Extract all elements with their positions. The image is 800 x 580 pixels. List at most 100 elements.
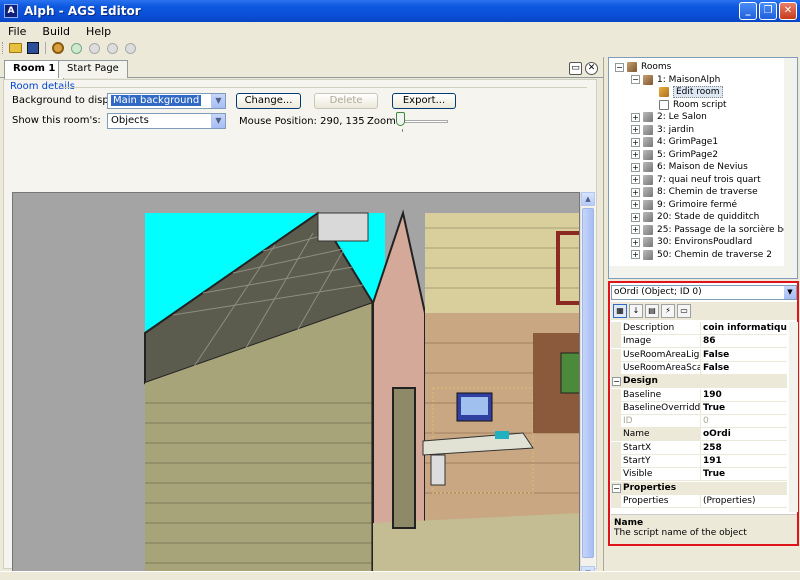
property-row[interactable]: Properties (Properties): [611, 494, 787, 508]
expand-icon[interactable]: +: [631, 112, 640, 122]
property-row[interactable]: Name oOrdi: [611, 428, 787, 442]
events-icon[interactable]: ⚡: [661, 304, 675, 318]
property-value[interactable]: 191: [701, 455, 787, 468]
minimize-button[interactable]: _: [739, 2, 757, 20]
tree-item[interactable]: Edit room: [647, 86, 723, 98]
tab-start-page[interactable]: Start Page: [58, 60, 128, 78]
categorized-icon[interactable]: ▦: [613, 304, 627, 318]
close-tab-icon[interactable]: ✕: [585, 62, 598, 75]
settings-button[interactable]: [50, 41, 66, 55]
expand-icon[interactable]: +: [631, 150, 640, 159]
pause-button[interactable]: [86, 41, 102, 55]
property-value[interactable]: coin informatique: [701, 322, 787, 335]
change-button[interactable]: Change...: [236, 93, 301, 109]
property-value[interactable]: 86: [701, 335, 787, 349]
property-value[interactable]: True: [701, 468, 787, 482]
property-value[interactable]: 258: [701, 442, 787, 455]
expand-icon[interactable]: +: [631, 250, 640, 259]
property-value[interactable]: False: [701, 349, 787, 362]
show-select[interactable]: Objects ▼: [107, 113, 226, 129]
object-select[interactable]: oOrdi (Object; ID 0) ▼: [611, 285, 797, 300]
close-button[interactable]: ✕: [779, 2, 797, 20]
expand-icon[interactable]: +: [631, 200, 640, 209]
step-icon: [106, 42, 118, 54]
scroll-up-icon[interactable]: ▲: [581, 192, 595, 206]
tree-item[interactable]: +5: GrimPage2: [631, 149, 718, 161]
expand-icon[interactable]: +: [631, 125, 640, 134]
tree-item[interactable]: − 1: MaisonAlph: [631, 74, 720, 86]
expand-icon[interactable]: +: [631, 137, 640, 147]
expand-icon[interactable]: +: [631, 225, 640, 234]
property-value[interactable]: True: [701, 402, 787, 415]
tree-item[interactable]: +6: Maison de Nevius: [631, 161, 748, 173]
background-select[interactable]: Main background ▼: [107, 93, 226, 109]
tree-item[interactable]: +30: EnvironsPoudlard: [631, 236, 752, 248]
window-list-icon[interactable]: ▭: [569, 62, 582, 75]
tab-room-1[interactable]: Room 1: [4, 60, 65, 79]
property-category[interactable]: − Properties: [611, 481, 787, 495]
scroll-thumb[interactable]: [582, 208, 594, 558]
property-row[interactable]: Image 86: [611, 335, 787, 349]
tree-item[interactable]: +2: Le Salon: [631, 111, 707, 123]
property-row[interactable]: StartX 258: [611, 441, 787, 455]
tree-item[interactable]: +8: Chemin de traverse: [631, 186, 758, 198]
collapse-icon[interactable]: −: [612, 483, 621, 493]
tree-item[interactable]: +20: Stade de quidditch: [631, 211, 759, 223]
expand-icon[interactable]: +: [631, 237, 640, 247]
tree-item[interactable]: +50: Chemin de traverse 2: [631, 249, 772, 261]
save-button[interactable]: [25, 41, 41, 55]
property-grid-scrollbar[interactable]: [789, 322, 798, 512]
property-category[interactable]: − Design: [611, 375, 787, 389]
collapse-icon[interactable]: −: [612, 377, 621, 387]
menu-file[interactable]: File: [0, 25, 34, 38]
zoom-slider-thumb[interactable]: [396, 112, 405, 126]
run-button[interactable]: [68, 41, 84, 55]
property-row[interactable]: UseRoomAreaScalingFalse: [611, 361, 787, 375]
export-button[interactable]: Export...: [392, 93, 456, 109]
collapse-icon[interactable]: −: [631, 75, 640, 84]
properties-icon[interactable]: ▤: [645, 304, 659, 318]
tree-item[interactable]: − Rooms: [615, 61, 671, 73]
chevron-down-icon[interactable]: ▼: [211, 114, 225, 128]
property-row[interactable]: Description coin informatique: [611, 322, 787, 335]
chevron-down-icon[interactable]: ▼: [784, 286, 796, 299]
canvas-vertical-scrollbar[interactable]: ▲ ▼: [580, 192, 595, 580]
chevron-down-icon[interactable]: ▼: [211, 94, 225, 108]
tree-item[interactable]: Room script: [647, 99, 727, 111]
maximize-button[interactable]: ❐: [759, 2, 777, 20]
menu-help[interactable]: Help: [78, 25, 119, 38]
expand-icon[interactable]: +: [631, 187, 640, 197]
tree-horizontal-scrollbar[interactable]: [609, 266, 797, 278]
open-button[interactable]: [7, 41, 23, 55]
tree-item[interactable]: +9: Grimoire fermé: [631, 199, 737, 211]
tree-item[interactable]: +25: Passage de la sorcière borgne: [631, 224, 797, 236]
property-row[interactable]: StartY 191: [611, 455, 787, 468]
tree-vertical-scrollbar[interactable]: [784, 58, 797, 266]
tree-item[interactable]: +4: GrimPage1: [631, 136, 718, 148]
zoom-slider-track[interactable]: [398, 120, 448, 123]
property-row[interactable]: Visible True: [611, 468, 787, 482]
room-canvas[interactable]: [12, 192, 580, 580]
property-row[interactable]: Baseline 190: [611, 388, 787, 402]
property-value[interactable]: False: [701, 362, 787, 375]
delete-button[interactable]: Delete: [314, 93, 378, 109]
property-row[interactable]: BaselineOverriddenTrue: [611, 401, 787, 415]
tree-item[interactable]: +3: jardin: [631, 124, 694, 136]
property-row[interactable]: ID 0: [611, 415, 787, 429]
menu-build[interactable]: Build: [34, 25, 78, 38]
collapse-icon[interactable]: −: [615, 62, 624, 72]
expand-icon[interactable]: +: [631, 175, 640, 184]
tree-item[interactable]: +7: quai neuf trois quart: [631, 174, 761, 186]
toolbar-grip[interactable]: [2, 42, 5, 54]
property-row[interactable]: UseRoomAreaLightingFalse: [611, 348, 787, 362]
expand-icon[interactable]: +: [631, 212, 640, 222]
stop-button[interactable]: [122, 41, 138, 55]
alphabetical-icon[interactable]: ↓: [629, 304, 643, 318]
property-value[interactable]: 0: [701, 415, 787, 429]
property-pages-icon[interactable]: ▭: [677, 304, 691, 318]
expand-icon[interactable]: +: [631, 162, 640, 172]
property-value[interactable]: 190: [701, 389, 787, 402]
property-value[interactable]: oOrdi: [701, 428, 787, 442]
property-value[interactable]: (Properties): [701, 495, 787, 508]
step-button[interactable]: [104, 41, 120, 55]
